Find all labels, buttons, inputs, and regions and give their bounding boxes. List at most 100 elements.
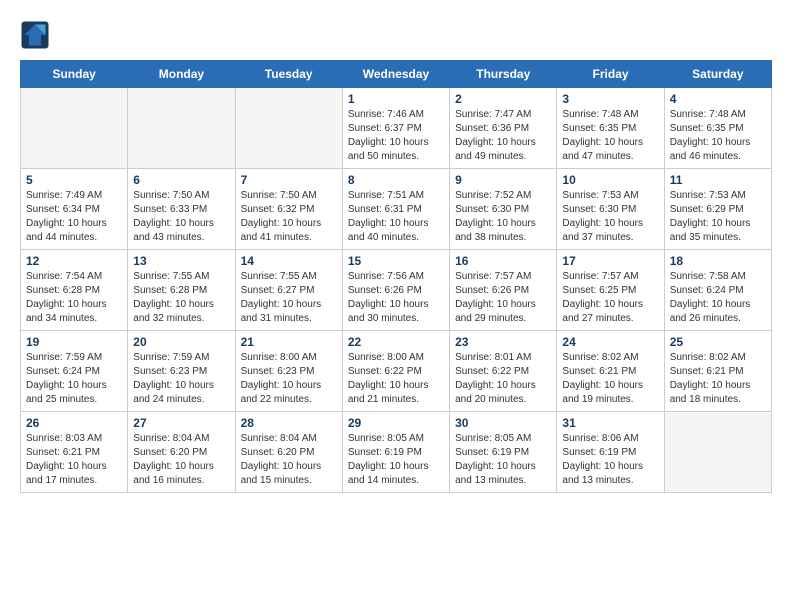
day-number: 27 xyxy=(133,416,229,430)
day-info: Sunrise: 8:05 AMSunset: 6:19 PMDaylight:… xyxy=(455,432,551,488)
calendar-day-cell: 28 Sunrise: 8:04 AMSunset: 6:20 PMDayligh… xyxy=(235,412,342,493)
day-number: 23 xyxy=(455,335,551,349)
calendar-week-row: 1 Sunrise: 7:46 AMSunset: 6:37 PMDaylight… xyxy=(21,88,772,169)
calendar-table: SundayMondayTuesdayWednesdayThursdayFrid… xyxy=(20,60,772,493)
day-info: Sunrise: 8:02 AMSunset: 6:21 PMDaylight:… xyxy=(670,351,766,407)
calendar-day-cell: 9Sunrise: 7:52 AMSunset: 6:30 PMDaylight… xyxy=(450,169,557,250)
day-info: Sunrise: 7:52 AMSunset: 6:30 PMDaylight:… xyxy=(455,189,551,245)
day-info: Sunrise: 7:47 AMSunset: 6:36 PMDaylight:… xyxy=(455,108,551,164)
calendar-day-cell xyxy=(21,88,128,169)
calendar-day-cell: 2 Sunrise: 7:47 AMSunset: 6:36 PMDaylight… xyxy=(450,88,557,169)
calendar-day-cell: 30 Sunrise: 8:05 AMSunset: 6:19 PMDayligh… xyxy=(450,412,557,493)
day-info: Sunrise: 7:53 AMSunset: 6:30 PMDaylight:… xyxy=(562,189,658,245)
day-number: 11 xyxy=(670,173,766,187)
day-number: 3 xyxy=(562,92,658,106)
calendar-header-row: SundayMondayTuesdayWednesdayThursdayFrid… xyxy=(21,61,772,88)
day-number: 2 xyxy=(455,92,551,106)
calendar-day-cell: 26Sunrise: 8:03 AMSunset: 6:21 PMDayligh… xyxy=(21,412,128,493)
day-of-week-header: Wednesday xyxy=(342,61,449,88)
day-info: Sunrise: 7:53 AMSunset: 6:29 PMDaylight:… xyxy=(670,189,766,245)
calendar-day-cell: 19 Sunrise: 7:59 AMSunset: 6:24 PMDayligh… xyxy=(21,331,128,412)
calendar-day-cell: 16Sunrise: 7:57 AMSunset: 6:26 PMDayligh… xyxy=(450,250,557,331)
day-info: Sunrise: 7:50 AMSunset: 6:32 PMDaylight:… xyxy=(241,189,337,245)
calendar-day-cell: 7 Sunrise: 7:50 AMSunset: 6:32 PMDaylight… xyxy=(235,169,342,250)
day-number: 8 xyxy=(348,173,444,187)
calendar-day-cell: 3 Sunrise: 7:48 AMSunset: 6:35 PMDaylight… xyxy=(557,88,664,169)
calendar-day-cell: 10Sunrise: 7:53 AMSunset: 6:30 PMDayligh… xyxy=(557,169,664,250)
calendar-day-cell xyxy=(664,412,771,493)
calendar-day-cell: 17Sunrise: 7:57 AMSunset: 6:25 PMDayligh… xyxy=(557,250,664,331)
day-info: Sunrise: 7:57 AMSunset: 6:26 PMDaylight:… xyxy=(455,270,551,326)
day-number: 1 xyxy=(348,92,444,106)
day-info: Sunrise: 8:01 AMSunset: 6:22 PMDaylight:… xyxy=(455,351,551,407)
day-number: 12 xyxy=(26,254,122,268)
day-info: Sunrise: 8:00 AMSunset: 6:23 PMDaylight:… xyxy=(241,351,337,407)
day-info: Sunrise: 7:56 AMSunset: 6:26 PMDaylight:… xyxy=(348,270,444,326)
day-info: Sunrise: 8:05 AMSunset: 6:19 PMDaylight:… xyxy=(348,432,444,488)
day-number: 20 xyxy=(133,335,229,349)
day-of-week-header: Sunday xyxy=(21,61,128,88)
day-of-week-header: Saturday xyxy=(664,61,771,88)
day-number: 30 xyxy=(455,416,551,430)
calendar-day-cell: 21 Sunrise: 8:00 AMSunset: 6:23 PMDayligh… xyxy=(235,331,342,412)
page-header xyxy=(20,20,772,50)
day-number: 15 xyxy=(348,254,444,268)
calendar-day-cell: 8 Sunrise: 7:51 AMSunset: 6:31 PMDaylight… xyxy=(342,169,449,250)
day-info: Sunrise: 8:02 AMSunset: 6:21 PMDaylight:… xyxy=(562,351,658,407)
calendar-day-cell: 11 Sunrise: 7:53 AMSunset: 6:29 PMDayligh… xyxy=(664,169,771,250)
calendar-day-cell: 1 Sunrise: 7:46 AMSunset: 6:37 PMDaylight… xyxy=(342,88,449,169)
day-number: 28 xyxy=(241,416,337,430)
day-number: 21 xyxy=(241,335,337,349)
day-info: Sunrise: 7:59 AMSunset: 6:23 PMDaylight:… xyxy=(133,351,229,407)
day-number: 4 xyxy=(670,92,766,106)
day-number: 7 xyxy=(241,173,337,187)
day-number: 18 xyxy=(670,254,766,268)
day-info: Sunrise: 7:58 AMSunset: 6:24 PMDaylight:… xyxy=(670,270,766,326)
day-info: Sunrise: 7:55 AMSunset: 6:28 PMDaylight:… xyxy=(133,270,229,326)
calendar-day-cell: 18 Sunrise: 7:58 AMSunset: 6:24 PMDayligh… xyxy=(664,250,771,331)
calendar-day-cell: 12 Sunrise: 7:54 AMSunset: 6:28 PMDayligh… xyxy=(21,250,128,331)
day-info: Sunrise: 7:46 AMSunset: 6:37 PMDaylight:… xyxy=(348,108,444,164)
day-number: 13 xyxy=(133,254,229,268)
day-info: Sunrise: 7:59 AMSunset: 6:24 PMDaylight:… xyxy=(26,351,122,407)
calendar-day-cell: 14Sunrise: 7:55 AMSunset: 6:27 PMDayligh… xyxy=(235,250,342,331)
day-number: 19 xyxy=(26,335,122,349)
day-info: Sunrise: 7:51 AMSunset: 6:31 PMDaylight:… xyxy=(348,189,444,245)
day-of-week-header: Tuesday xyxy=(235,61,342,88)
calendar-day-cell xyxy=(235,88,342,169)
calendar-week-row: 26Sunrise: 8:03 AMSunset: 6:21 PMDayligh… xyxy=(21,412,772,493)
logo-icon xyxy=(20,20,50,50)
calendar-day-cell: 13 Sunrise: 7:55 AMSunset: 6:28 PMDayligh… xyxy=(128,250,235,331)
day-number: 25 xyxy=(670,335,766,349)
calendar-day-cell: 15 Sunrise: 7:56 AMSunset: 6:26 PMDayligh… xyxy=(342,250,449,331)
day-info: Sunrise: 7:48 AMSunset: 6:35 PMDaylight:… xyxy=(562,108,658,164)
calendar-day-cell: 24 Sunrise: 8:02 AMSunset: 6:21 PMDayligh… xyxy=(557,331,664,412)
day-info: Sunrise: 8:04 AMSunset: 6:20 PMDaylight:… xyxy=(241,432,337,488)
day-of-week-header: Thursday xyxy=(450,61,557,88)
day-info: Sunrise: 7:49 AMSunset: 6:34 PMDaylight:… xyxy=(26,189,122,245)
calendar-day-cell: 29 Sunrise: 8:05 AMSunset: 6:19 PMDayligh… xyxy=(342,412,449,493)
calendar-day-cell: 4 Sunrise: 7:48 AMSunset: 6:35 PMDaylight… xyxy=(664,88,771,169)
day-number: 17 xyxy=(562,254,658,268)
calendar-day-cell: 6Sunrise: 7:50 AMSunset: 6:33 PMDaylight… xyxy=(128,169,235,250)
day-info: Sunrise: 8:06 AMSunset: 6:19 PMDaylight:… xyxy=(562,432,658,488)
day-info: Sunrise: 8:04 AMSunset: 6:20 PMDaylight:… xyxy=(133,432,229,488)
day-info: Sunrise: 8:03 AMSunset: 6:21 PMDaylight:… xyxy=(26,432,122,488)
day-number: 14 xyxy=(241,254,337,268)
calendar-week-row: 5Sunrise: 7:49 AMSunset: 6:34 PMDaylight… xyxy=(21,169,772,250)
calendar-day-cell: 22 Sunrise: 8:00 AMSunset: 6:22 PMDayligh… xyxy=(342,331,449,412)
day-number: 24 xyxy=(562,335,658,349)
day-info: Sunrise: 8:00 AMSunset: 6:22 PMDaylight:… xyxy=(348,351,444,407)
calendar-week-row: 19 Sunrise: 7:59 AMSunset: 6:24 PMDayligh… xyxy=(21,331,772,412)
calendar-week-row: 12 Sunrise: 7:54 AMSunset: 6:28 PMDayligh… xyxy=(21,250,772,331)
day-number: 22 xyxy=(348,335,444,349)
day-info: Sunrise: 7:54 AMSunset: 6:28 PMDaylight:… xyxy=(26,270,122,326)
calendar-day-cell: 23 Sunrise: 8:01 AMSunset: 6:22 PMDayligh… xyxy=(450,331,557,412)
day-number: 29 xyxy=(348,416,444,430)
day-number: 31 xyxy=(562,416,658,430)
calendar-day-cell: 5Sunrise: 7:49 AMSunset: 6:34 PMDaylight… xyxy=(21,169,128,250)
calendar-day-cell: 27 Sunrise: 8:04 AMSunset: 6:20 PMDayligh… xyxy=(128,412,235,493)
day-info: Sunrise: 7:48 AMSunset: 6:35 PMDaylight:… xyxy=(670,108,766,164)
day-of-week-header: Monday xyxy=(128,61,235,88)
calendar-day-cell: 20 Sunrise: 7:59 AMSunset: 6:23 PMDayligh… xyxy=(128,331,235,412)
